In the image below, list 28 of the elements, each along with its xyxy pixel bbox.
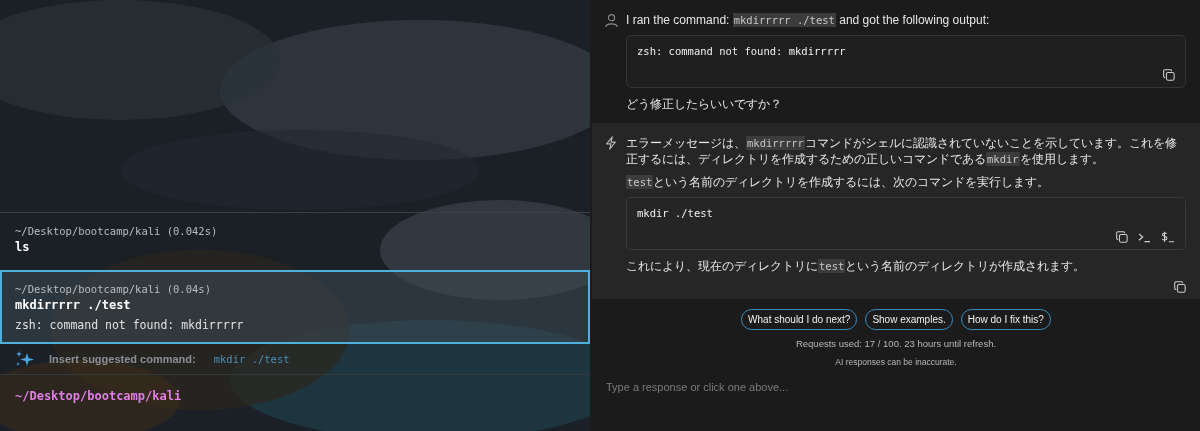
message-text: どう修正したらいいですか？ <box>626 96 783 112</box>
code-text: mkdir ./test <box>637 207 714 219</box>
user-icon <box>604 13 619 28</box>
prompt-path: ~/Desktop/bootcamp/kali <box>14 388 183 405</box>
message-text: test という名前のディレクトリを作成するには、次のコマンドを実行します。 <box>626 174 1051 190</box>
command-text: mkdirrrrr ./test <box>15 298 132 312</box>
terminal-icon[interactable] <box>1138 231 1151 243</box>
input-field[interactable]: Type a response or click one above... <box>604 377 1190 397</box>
block-header: ~/Desktop/bootcamp/kali (0.042s) <box>15 225 219 237</box>
copy-icon[interactable] <box>1174 281 1186 293</box>
copy-icon[interactable] <box>1163 69 1175 81</box>
usage-text: Requests used: 17 / 100. 23 hours until refresh. <box>795 338 997 349</box>
code-text: zsh: command not found: mkdirrrrr <box>637 45 847 57</box>
dollar-prompt-icon[interactable] <box>1161 231 1175 243</box>
command-block[interactable]: ~/Desktop/bootcamp/kali (0.04s) mkdirrrrr ./test zsh: command not found: mkdirrrrr <box>0 270 590 344</box>
block-header: ~/Desktop/bootcamp/kali (0.04s) <box>15 283 212 295</box>
command-block[interactable]: ~/Desktop/bootcamp/kali (0.042s) ls <box>0 212 590 262</box>
disclaimer-text: AI responses can be inaccurate. <box>835 357 957 367</box>
message-text: これにより、現在のディレクトリにtest という名前のディレクトリが作成されます。 <box>626 258 1087 274</box>
lightning-icon <box>604 136 618 150</box>
message-text: エラーメッセージは、mkdirrrrr コマンドがシェルに認識されていないことを示しています。これを修正するには、ディレクトリを作成するための正しいコマンドであるmkdir を使用します。 <box>626 135 1178 167</box>
command-output: zsh: command not found: mkdirrrrr <box>15 318 245 332</box>
message-text: I ran the command: mkdirrrrr ./test and got the following output: <box>626 12 991 28</box>
suggestion-label: Insert suggested command: <box>49 353 196 365</box>
copy-icon[interactable] <box>1116 231 1128 243</box>
sparkle-icon <box>15 351 35 367</box>
command-text: ls <box>15 240 31 254</box>
suggested-command[interactable]: mkdir ./test <box>213 353 290 365</box>
